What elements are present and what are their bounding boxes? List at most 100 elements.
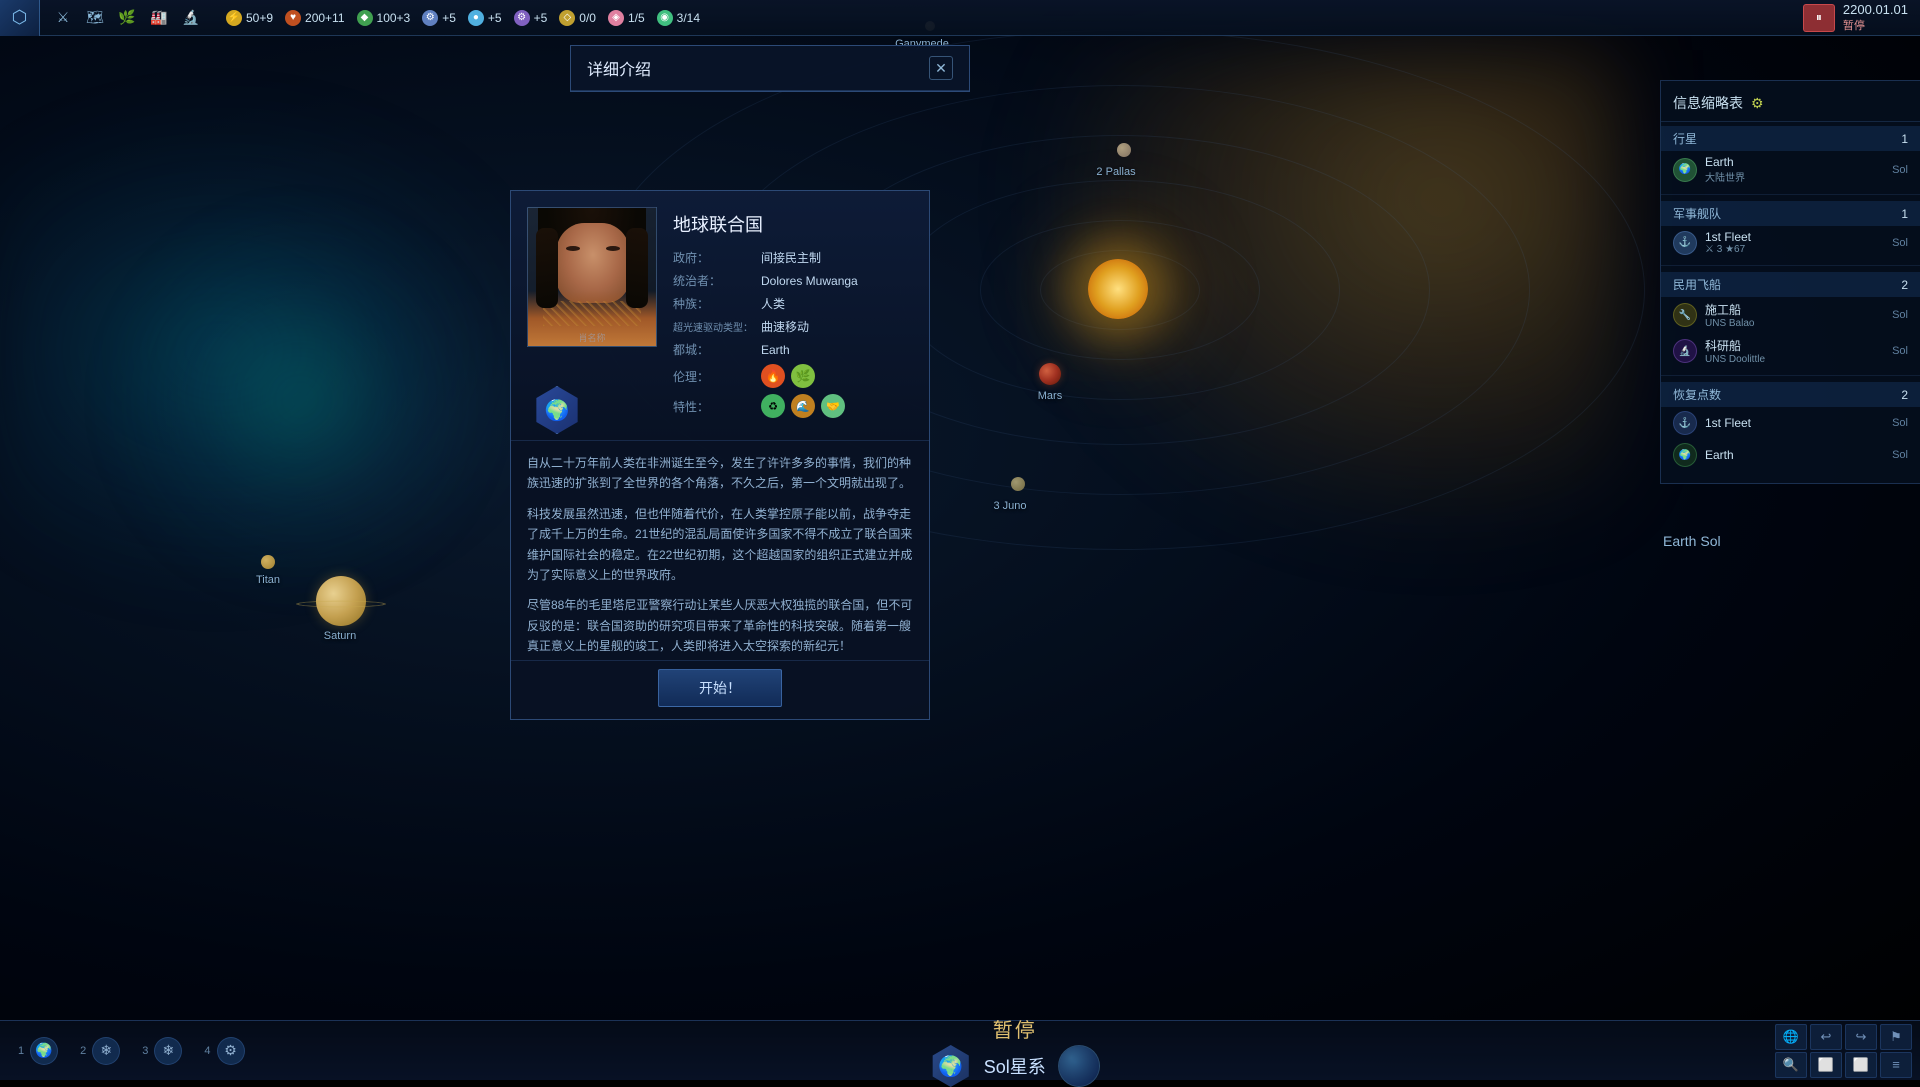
faction-info: 地球联合国 政府： 间接民主制 统治者： Dolores Muwanga 种族：… <box>673 207 913 424</box>
tab-1[interactable]: 1 🌍 <box>8 1031 68 1071</box>
tab-3[interactable]: 3 ❄ <box>132 1031 192 1071</box>
recovery-fleet-loc: Sol <box>1892 417 1908 429</box>
undo-btn[interactable]: ↩ <box>1810 1024 1842 1050</box>
consumer-resource: ● +5 <box>468 10 502 26</box>
system-name-text: Sol星系 <box>984 1053 1046 1079</box>
stat-govt-value: 间接民主制 <box>761 249 821 266</box>
unity-value: 0/0 <box>579 11 596 25</box>
date-text: 2200.01.01 <box>1843 2 1908 17</box>
space-background: Mars Saturn Titan 2 Pallas 3 Juno Ganyme… <box>0 0 1920 1080</box>
recovery-earth-item[interactable]: 🌍 Earth Sol <box>1661 439 1920 471</box>
info-settings-icon[interactable]: ⚙ <box>1751 95 1764 112</box>
stat-species-label: 种族： <box>673 295 753 312</box>
stat-capital-label: 都城： <box>673 341 753 358</box>
planet-pallas[interactable] <box>1117 143 1131 157</box>
food-icon: ◆ <box>357 10 373 26</box>
research-resource: ⚙ +5 <box>514 10 548 26</box>
emblem-hexagon: 🌍 <box>533 386 581 434</box>
alloy-resource: ⚙ +5 <box>422 10 456 26</box>
system-name-display: 🌍 Sol星系 <box>930 1045 1100 1087</box>
science-ship-item[interactable]: 🔬 科研船 UNS Doolittle Sol <box>1661 333 1920 369</box>
planet-titan[interactable] <box>261 555 275 569</box>
unity-icon: ◇ <box>559 10 575 26</box>
bottom-right-buttons: 🌐 ↩ ↪ ⚑ 🔍 ⬜ ⬜ ≡ <box>1767 1020 1920 1082</box>
sun-body <box>1088 259 1148 319</box>
tab-4[interactable]: 4 ⚙ <box>194 1031 254 1071</box>
recovery-label: 恢复点数 <box>1673 386 1721 403</box>
science-info: 科研船 UNS Doolittle <box>1705 337 1884 365</box>
start-game-button[interactable]: 开始！ <box>658 669 782 707</box>
civil-ships-header: 民用飞船 2 <box>1661 272 1920 297</box>
topbar-right: ⏸ 2200.01.01 暂停 <box>1791 2 1920 33</box>
civil-ships-section: 民用飞船 2 🔧 施工船 UNS Balao Sol 🔬 科研船 UNS Doo… <box>1661 268 1920 373</box>
military-section: 军事舰队 1 ⚓ 1st Fleet ⚔ 3 ★67 Sol <box>1661 197 1920 263</box>
tab-2[interactable]: 2 ❄ <box>70 1031 130 1071</box>
planet-juno[interactable] <box>1011 477 1025 491</box>
science-sub: UNS Doolittle <box>1705 354 1884 365</box>
planets-label: 行星 <box>1673 130 1697 147</box>
planet-mars[interactable] <box>1039 363 1061 385</box>
science-name: 科研船 <box>1705 337 1884 354</box>
consumer-icon: ● <box>468 10 484 26</box>
zoom-btn[interactable]: 🔍 <box>1775 1052 1807 1078</box>
stat-ftl-value: 曲速移动 <box>761 318 809 335</box>
detail-dialog-close[interactable]: ✕ <box>929 56 953 80</box>
stat-capital-value: Earth <box>761 343 790 357</box>
portrait-name-label: 肖名称 <box>528 331 656 344</box>
tab-2-num: 2 <box>80 1045 86 1057</box>
planets-header: 行星 1 <box>1661 126 1920 151</box>
stat-ftl: 超光速驱动类型： 曲速移动 <box>673 318 913 335</box>
fleet-name: 1st Fleet <box>1705 230 1884 244</box>
recovery-earth-icon: 🌍 <box>1673 443 1697 467</box>
info-summary-panel: 信息缩略表 ⚙ 行星 1 🌍 Earth 大陆世界 Sol 军事舰队 1 ⚓ 1… <box>1660 80 1920 484</box>
stability-icon: ◉ <box>657 10 673 26</box>
ethics-icons: 🔥 🌿 <box>761 364 815 388</box>
flag-btn[interactable]: ⚑ <box>1880 1024 1912 1050</box>
recovery-fleet-icon: ⚓ <box>1673 411 1697 435</box>
construction-ship-item[interactable]: 🔧 施工船 UNS Balao Sol <box>1661 297 1920 333</box>
globe-btn[interactable]: 🌐 <box>1775 1024 1807 1050</box>
earth-planet-item[interactable]: 🌍 Earth 大陆世界 Sol <box>1661 151 1920 188</box>
stat-species: 种族： 人类 <box>673 295 913 312</box>
alloy-value: +5 <box>442 11 456 25</box>
research-icon[interactable]: 🔬 <box>176 4 206 32</box>
production-icon[interactable]: 🏭 <box>144 4 174 32</box>
pause-button[interactable]: ⏸ <box>1803 4 1835 32</box>
nav-row-2: 🔍 ⬜ ⬜ ≡ <box>1775 1052 1912 1078</box>
topbar-icon-group: ⚔ 🗺 🌿 🏭 🔬 <box>40 4 214 32</box>
bottom-center: 暂停 🌍 Sol星系 <box>263 1014 1768 1087</box>
nav-row-1: 🌐 ↩ ↪ ⚑ <box>1775 1024 1912 1050</box>
faction-emblem: 🌍 <box>533 386 581 434</box>
recovery-fleet-item[interactable]: ⚓ 1st Fleet Sol <box>1661 407 1920 439</box>
energy-resource: ⚡ 50+9 <box>226 10 273 26</box>
faction-top-section: 肖名称 🌍 地球联合国 政府： 间接民主制 统治者： Dolores Muwan… <box>511 191 929 440</box>
saturn-body[interactable] <box>316 576 366 626</box>
military-header: 军事舰队 1 <box>1661 201 1920 226</box>
map-icon[interactable]: 🗺 <box>80 4 110 32</box>
food-value: 100+3 <box>377 11 411 25</box>
stat-ruler-value: Dolores Muwanga <box>761 274 858 288</box>
divider-3 <box>1661 375 1920 376</box>
recovery-section: 恢复点数 2 ⚓ 1st Fleet Sol 🌍 Earth Sol <box>1661 378 1920 475</box>
recovery-fleet-info: 1st Fleet <box>1705 416 1884 430</box>
view-btn-1[interactable]: ⬜ <box>1810 1052 1842 1078</box>
trait-adaptive-icon: ♻ <box>761 394 785 418</box>
redo-btn[interactable]: ↪ <box>1845 1024 1877 1050</box>
divider-2 <box>1661 265 1920 266</box>
recovery-earth-loc: Sol <box>1892 449 1908 461</box>
menu-btn[interactable]: ≡ <box>1880 1052 1912 1078</box>
tab-4-num: 4 <box>204 1045 210 1057</box>
emblem-icon: 🌍 <box>545 398 570 423</box>
game-logo[interactable]: ⬡ <box>0 0 40 36</box>
first-fleet-item[interactable]: ⚓ 1st Fleet ⚔ 3 ★67 Sol <box>1661 226 1920 259</box>
civil-ships-label: 民用飞船 <box>1673 276 1721 293</box>
consumer-value: +5 <box>488 11 502 25</box>
diplomacy-icon[interactable]: 🌿 <box>112 4 142 32</box>
planet-saturn-label: Saturn <box>324 630 356 642</box>
bottom-bar: 1 🌍 2 ❄ 3 ❄ 4 ⚙ 暂停 🌍 Sol星系 🌐 ↩ ↪ <box>0 1020 1920 1080</box>
military-icon[interactable]: ⚔ <box>48 4 78 32</box>
portrait-necklace <box>543 301 641 326</box>
fleet-icon: ⚓ <box>1673 231 1697 255</box>
view-btn-2[interactable]: ⬜ <box>1845 1052 1877 1078</box>
stat-traits: 特性： ♻ 🌊 🤝 <box>673 394 913 418</box>
